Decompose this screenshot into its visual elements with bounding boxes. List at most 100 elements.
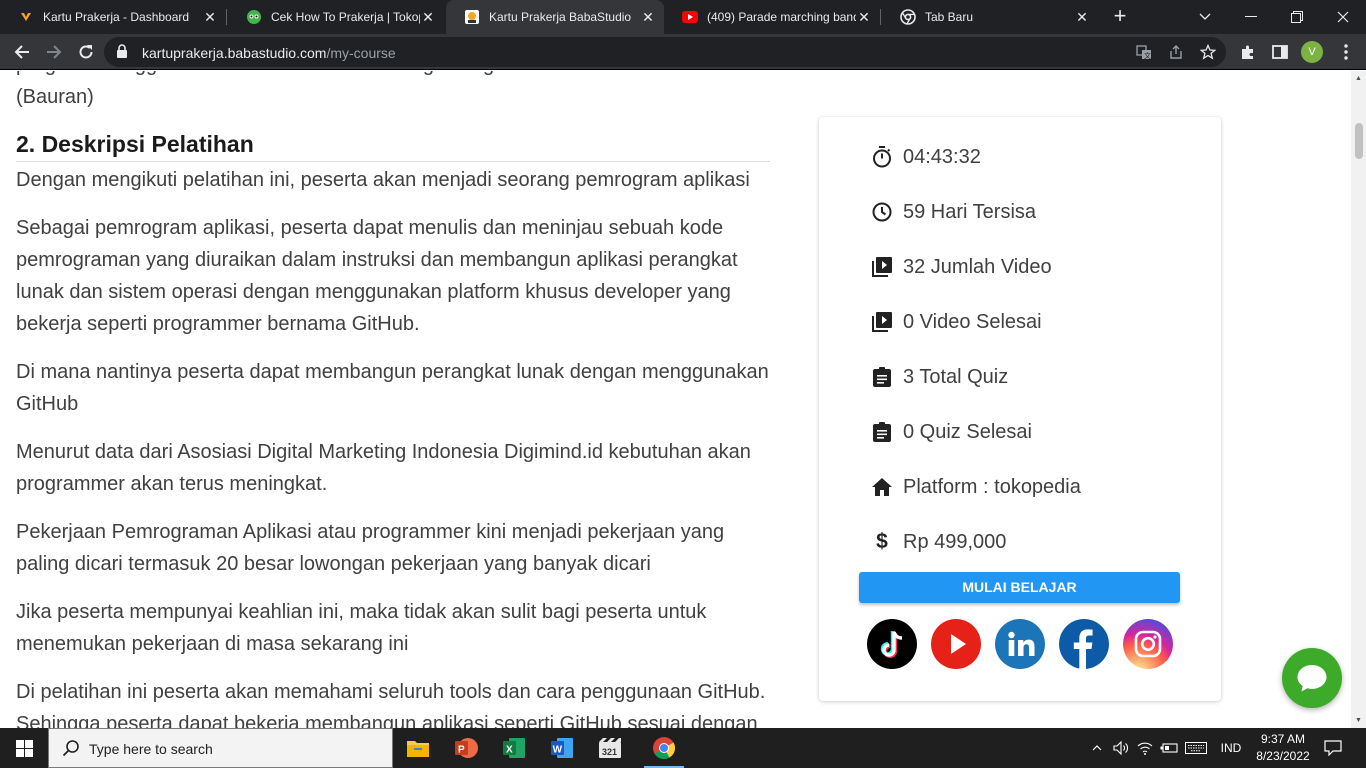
tiktok-icon[interactable] xyxy=(867,619,917,669)
keyboard-icon[interactable] xyxy=(1182,728,1210,768)
youtube-logo-icon xyxy=(682,9,698,25)
reload-icon[interactable] xyxy=(74,40,98,64)
translate-icon[interactable]: 文 xyxy=(1132,40,1156,64)
stopwatch-icon xyxy=(871,146,893,168)
windows-taskbar: Type here to search P X W 321 IND 9:37 A… xyxy=(0,728,1366,768)
new-tab-button[interactable]: + xyxy=(1108,5,1132,29)
restore-window-icon[interactable] xyxy=(1274,0,1320,34)
wifi-icon[interactable] xyxy=(1134,728,1156,768)
instagram-icon[interactable] xyxy=(1123,619,1173,669)
file-explorer-icon[interactable] xyxy=(394,728,442,768)
svg-text:321: 321 xyxy=(602,747,617,757)
battery-icon[interactable] xyxy=(1158,728,1180,768)
svg-text:文: 文 xyxy=(1144,51,1151,60)
tab-prakerja-dashboard[interactable]: Kartu Prakerja - Dashboard ✕ xyxy=(0,0,226,34)
clock-date: 8/23/2022 xyxy=(1256,749,1310,763)
facebook-icon[interactable] xyxy=(1059,619,1109,669)
quiz-done-row: 0 Quiz Selesai xyxy=(871,419,1032,445)
tab-title: Tab Baru xyxy=(925,10,974,24)
tab-title: Kartu Prakerja - Dashboard xyxy=(43,10,190,24)
close-tab-icon[interactable]: ✕ xyxy=(856,9,872,25)
close-tab-icon[interactable]: ✕ xyxy=(640,9,656,25)
description-paragraph: Dengan mengikuti pelatihan ini, peserta … xyxy=(16,169,750,191)
days-left-row: 59 Hari Tersisa xyxy=(871,199,1036,225)
forward-arrow-icon[interactable] xyxy=(42,40,66,64)
back-arrow-icon[interactable] xyxy=(10,40,34,64)
scrollbar-thumb[interactable] xyxy=(1355,123,1363,159)
search-placeholder: Type here to search xyxy=(89,741,213,757)
svg-text:P: P xyxy=(458,745,465,756)
tab-title: Cek How To Prakerja | Tokopedia xyxy=(271,10,421,24)
tab-new-tab[interactable]: Tab Baru ✕ xyxy=(882,0,1098,34)
url-text: kartuprakerja.babastudio.com/my-course xyxy=(142,45,396,61)
description-paragraph: Di mana nantinya peserta dapat membangun… xyxy=(16,361,769,415)
minimize-window-icon[interactable] xyxy=(1228,0,1274,34)
price-row: $ Rp 499,000 xyxy=(871,529,1006,555)
tab-babastudio[interactable]: Kartu Prakerja BabaStudio ✕ xyxy=(446,0,664,34)
quiz-done-value: 0 Quiz Selesai xyxy=(903,420,1032,443)
close-tab-icon[interactable]: ✕ xyxy=(1074,9,1090,25)
photos-icon[interactable]: 321 xyxy=(586,728,634,768)
chrome-icon[interactable] xyxy=(640,728,688,768)
tab-divider xyxy=(880,9,881,25)
scroll-down-arrow-icon[interactable]: ▼ xyxy=(1354,716,1363,725)
word-icon[interactable]: W xyxy=(538,728,586,768)
assignment-clipboard-icon xyxy=(871,366,893,388)
videos-done-row: 0 Video Selesai xyxy=(871,309,1042,335)
profile-avatar[interactable]: V xyxy=(1301,41,1323,63)
chat-bubble-icon[interactable] xyxy=(1282,648,1342,708)
description-paragraph: Menurut data dari Asosiasi Digital Marke… xyxy=(16,441,751,495)
svg-text:X: X xyxy=(506,745,513,756)
days-left-value: 59 Hari Tersisa xyxy=(903,200,1037,223)
page-viewport: program menggunakan source code versioni… xyxy=(0,71,1366,728)
more-menu-icon[interactable] xyxy=(1334,40,1358,64)
share-icon[interactable] xyxy=(1164,40,1188,64)
excel-icon[interactable]: X xyxy=(490,728,538,768)
extensions-puzzle-icon[interactable] xyxy=(1236,40,1260,64)
close-tab-icon[interactable]: ✕ xyxy=(420,9,436,25)
total-quiz-value: 3 Total Quiz xyxy=(903,365,1009,388)
bookmark-star-icon[interactable] xyxy=(1196,40,1220,64)
videos-done-value: 0 Video Selesai xyxy=(903,310,1042,333)
youtube-icon[interactable] xyxy=(931,619,981,669)
page-scrollbar[interactable]: ▲ ▼ xyxy=(1351,71,1366,728)
tokopedia-logo-icon xyxy=(246,9,262,25)
tab-search-dropdown-icon[interactable] xyxy=(1182,0,1228,34)
total-videos-value: 32 Jumlah Video xyxy=(903,255,1052,278)
input-language-indicator[interactable]: IND xyxy=(1214,728,1248,768)
show-hidden-icons-chevron-icon[interactable] xyxy=(1088,728,1106,768)
prakerja-logo-icon xyxy=(18,9,34,25)
home-icon xyxy=(871,476,893,498)
notification-center-icon[interactable] xyxy=(1320,728,1346,768)
timer-value: 04:43:32 xyxy=(903,145,981,168)
side-panel-icon[interactable] xyxy=(1268,40,1292,64)
close-tab-icon[interactable]: ✕ xyxy=(202,9,218,25)
close-window-icon[interactable] xyxy=(1320,0,1366,34)
description-paragraph: Jika peserta mempunyai keahlian ini, mak… xyxy=(16,601,707,655)
description-paragraph: Pekerjaan Pemrograman Aplikasi atau prog… xyxy=(16,521,725,575)
scroll-up-arrow-icon[interactable]: ▲ xyxy=(1354,74,1363,83)
clock-time: 9:37 AM xyxy=(1260,732,1306,746)
start-learning-button[interactable]: MULAI BELAJAR xyxy=(859,572,1180,603)
babastudio-logo-icon xyxy=(464,9,480,25)
lock-icon[interactable] xyxy=(116,44,128,64)
total-videos-row: 32 Jumlah Video xyxy=(871,254,1052,280)
course-info-card: 04:43:32 59 Hari Tersisa 32 Jumlah Video… xyxy=(819,117,1221,701)
taskbar-search-box[interactable]: Type here to search xyxy=(48,728,393,768)
tab-youtube[interactable]: (409) Parade marching band ✕ xyxy=(664,0,880,34)
powerpoint-icon[interactable]: P xyxy=(442,728,490,768)
url-path: /my-course xyxy=(326,45,396,61)
windows-start-icon[interactable] xyxy=(0,728,48,768)
platform-row: Platform : tokopedia xyxy=(871,474,1081,500)
video-library-icon xyxy=(871,311,893,333)
address-bar[interactable]: kartuprakerja.babastudio.com/my-course 文 xyxy=(104,37,1226,67)
intro-line: (Bauran) xyxy=(16,86,94,108)
svg-text:W: W xyxy=(553,745,563,756)
tab-tokopedia[interactable]: Cek How To Prakerja | Tokopedia ✕ xyxy=(228,0,444,34)
platform-value: Platform : tokopedia xyxy=(903,475,1081,498)
taskbar-clock[interactable]: 9:37 AM 8/23/2022 xyxy=(1248,731,1318,765)
search-icon xyxy=(62,739,80,762)
video-library-icon xyxy=(871,256,893,278)
linkedin-icon[interactable] xyxy=(995,619,1045,669)
volume-icon[interactable] xyxy=(1110,728,1132,768)
